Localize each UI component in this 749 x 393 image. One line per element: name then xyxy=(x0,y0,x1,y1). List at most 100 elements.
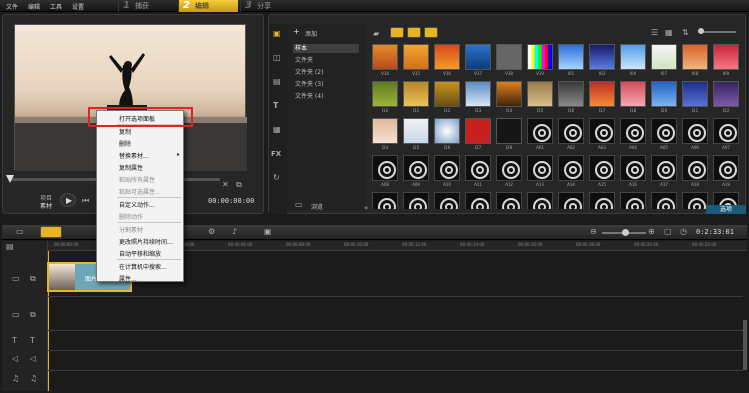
folder-item[interactable]: 文件夹 xyxy=(293,56,359,65)
library-thumbnail[interactable] xyxy=(372,44,398,70)
audio-thumbnail[interactable] xyxy=(527,192,553,209)
title-icon[interactable]: T xyxy=(273,102,278,110)
menu-item-copy[interactable]: 复制 xyxy=(119,127,131,136)
instant-project-icon[interactable]: ▦ xyxy=(273,126,281,134)
enlarge-icon[interactable]: ⧉ xyxy=(236,181,242,189)
audio-thumbnail[interactable] xyxy=(496,192,522,209)
library-thumbnail[interactable] xyxy=(403,118,429,144)
transition-icon[interactable]: ◫ xyxy=(273,54,281,62)
title-ripple-icon[interactable]: T xyxy=(30,337,35,345)
audio-thumbnail[interactable] xyxy=(682,155,708,181)
library-thumbnail[interactable] xyxy=(589,44,615,70)
video-track-icon[interactable]: ▭ xyxy=(12,275,20,283)
overlay-track-icon[interactable]: ▭ xyxy=(12,311,20,319)
library-thumbnail[interactable] xyxy=(620,44,646,70)
audio-thumbnail[interactable] xyxy=(403,192,429,209)
thumb-size-slider[interactable] xyxy=(700,31,736,33)
menu-item-auto-pan-zoom[interactable]: 自动平移和缩放 xyxy=(119,249,161,258)
title-track-icon[interactable]: T xyxy=(12,337,17,345)
audio-thumbnail[interactable] xyxy=(434,192,460,209)
menu-item-locate-on-computer[interactable]: 在计算机中搜索... xyxy=(119,262,167,271)
audio-mixer-icon[interactable]: ⚙ xyxy=(208,228,215,236)
library-thumbnail[interactable] xyxy=(465,81,491,107)
tab-edit[interactable]: 2 编辑 xyxy=(178,0,238,12)
audio-thumbnail[interactable] xyxy=(589,155,615,181)
library-thumbnail[interactable] xyxy=(651,44,677,70)
audio-thumbnail[interactable] xyxy=(465,155,491,181)
zoom-handle[interactable] xyxy=(622,229,629,236)
library-thumbnail[interactable] xyxy=(713,81,739,107)
storyboard-view-icon[interactable]: ▭ xyxy=(16,228,24,236)
menu-file[interactable]: 文件 xyxy=(6,2,18,11)
audio-thumbnail[interactable] xyxy=(651,192,677,209)
audio-thumbnail[interactable] xyxy=(589,118,615,144)
library-thumbnail[interactable] xyxy=(465,44,491,70)
library-thumbnail[interactable] xyxy=(403,44,429,70)
play-button[interactable]: ▶ xyxy=(60,193,76,207)
library-thumbnail[interactable] xyxy=(527,44,553,70)
go-to-start-icon[interactable]: ⏮ xyxy=(82,197,89,205)
audio-thumbnail[interactable] xyxy=(527,118,553,144)
browse-label[interactable]: 浏览 xyxy=(311,202,323,211)
voice-track-icon[interactable]: ◁ xyxy=(12,355,18,363)
library-thumbnail[interactable] xyxy=(496,81,522,107)
audio-thumbnail[interactable] xyxy=(372,192,398,209)
menu-item-photo-duration[interactable]: 更改照片持续时间... xyxy=(119,237,173,246)
audio-thumbnail[interactable] xyxy=(713,118,739,144)
audio-thumbnail[interactable] xyxy=(589,192,615,209)
options-button[interactable]: 选项 xyxy=(706,205,746,214)
show-photos-button[interactable] xyxy=(407,27,421,38)
audio-thumbnail[interactable] xyxy=(620,118,646,144)
browse-icon[interactable]: ▭ xyxy=(295,201,303,209)
fx-filter-icon[interactable]: FX xyxy=(271,150,281,158)
menu-item-custom-motion[interactable]: 自定义动作... xyxy=(119,200,155,209)
library-thumbnail[interactable] xyxy=(403,81,429,107)
library-thumbnail[interactable] xyxy=(682,81,708,107)
library-thumbnail[interactable] xyxy=(682,44,708,70)
audio-thumbnail[interactable] xyxy=(682,192,708,209)
menu-item-replace[interactable]: 替换素材... xyxy=(119,151,149,160)
media-icon[interactable]: ▣ xyxy=(273,30,281,38)
audio-thumbnail[interactable] xyxy=(651,118,677,144)
sort-icon[interactable]: ⇅ xyxy=(682,29,689,37)
library-thumbnail[interactable] xyxy=(558,44,584,70)
library-thumbnail[interactable] xyxy=(434,118,460,144)
auto-music-icon[interactable]: ♪ xyxy=(232,228,237,236)
fit-project-icon[interactable]: ▢ xyxy=(664,228,672,236)
menu-tools[interactable]: 工具 xyxy=(50,2,62,11)
folder-icon[interactable]: ▰ xyxy=(373,30,379,38)
library-thumbnail[interactable] xyxy=(496,118,522,144)
library-thumbnail[interactable] xyxy=(558,81,584,107)
path-icon[interactable]: ↻ xyxy=(273,174,280,182)
collapse-panel-icon[interactable]: « xyxy=(364,204,368,212)
library-thumbnail[interactable] xyxy=(620,81,646,107)
library-thumbnail[interactable] xyxy=(589,81,615,107)
audio-thumbnail[interactable] xyxy=(558,155,584,181)
show-audio-button[interactable] xyxy=(424,27,438,38)
audio-thumbnail[interactable] xyxy=(496,155,522,181)
audio-thumbnail[interactable] xyxy=(558,192,584,209)
menu-item-copy-attributes[interactable]: 复制属性 xyxy=(119,163,143,172)
audio-thumbnail[interactable] xyxy=(372,155,398,181)
audio-thumbnail[interactable] xyxy=(620,192,646,209)
close-icon[interactable]: ✕ xyxy=(222,181,229,189)
audio-thumbnail[interactable] xyxy=(651,155,677,181)
voice-ripple-icon[interactable]: ◁ xyxy=(30,355,36,363)
chapter-icon[interactable]: ▣ xyxy=(264,228,272,236)
overlay-ripple-icon[interactable]: ⧉ xyxy=(30,311,36,319)
folder-item[interactable]: 文件夹 (4) xyxy=(293,92,359,101)
list-view-icon[interactable]: ☰ xyxy=(651,29,658,37)
audio-thumbnail[interactable] xyxy=(682,118,708,144)
ripple-edit-icon[interactable]: ⧉ xyxy=(30,275,36,283)
folder-item[interactable]: 文件夹 (2) xyxy=(293,68,359,77)
tab-capture[interactable]: 1 捕获 xyxy=(118,0,176,12)
library-thumbnail[interactable] xyxy=(434,81,460,107)
library-thumbnail[interactable] xyxy=(496,44,522,70)
library-thumbnail[interactable] xyxy=(434,44,460,70)
menu-edit[interactable]: 编辑 xyxy=(28,2,40,11)
music-track-icon[interactable]: ♫ xyxy=(12,375,19,383)
add-folder-label[interactable]: 添加 xyxy=(305,29,317,38)
library-thumbnail[interactable] xyxy=(372,118,398,144)
timeline-view-button[interactable] xyxy=(40,226,62,238)
audio-thumbnail[interactable] xyxy=(620,155,646,181)
